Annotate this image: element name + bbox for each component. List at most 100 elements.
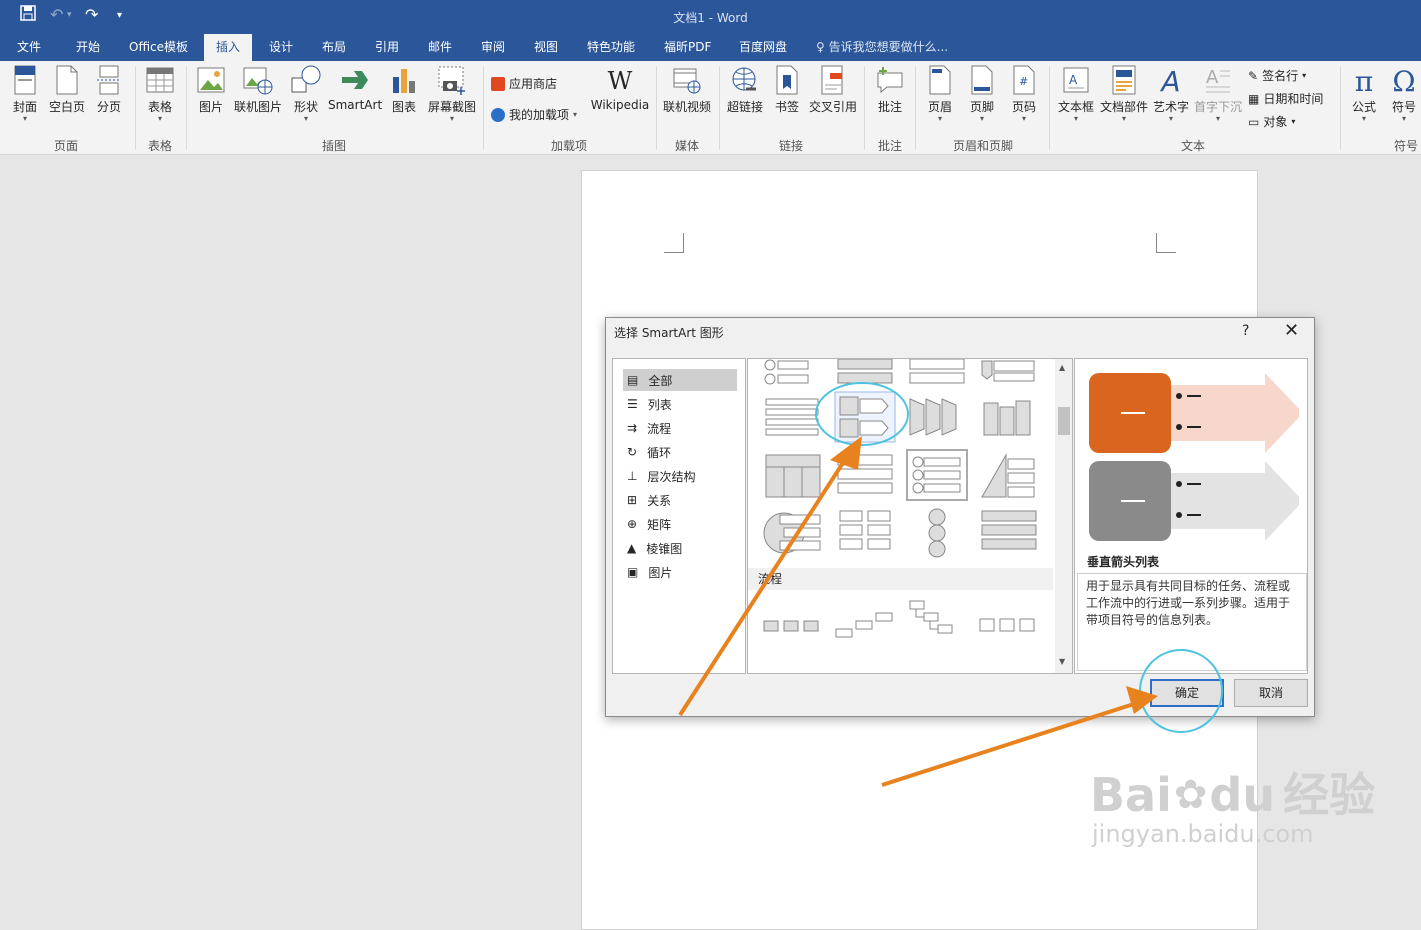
chart-button[interactable]: 图表 — [391, 65, 417, 135]
header-button[interactable]: 页眉 ▾ — [925, 65, 955, 135]
page-break-button[interactable]: 分页 — [94, 65, 124, 135]
footer-button[interactable]: 页脚 ▾ — [967, 65, 997, 135]
online-picture-button[interactable]: 联机图片 — [233, 65, 283, 135]
cover-page-button[interactable]: 封面 ▾ — [8, 65, 42, 135]
smartart-button[interactable]: SmartArt — [328, 65, 382, 135]
wordart-button[interactable]: A 艺术字 ▾ — [1152, 65, 1190, 135]
category-list-item[interactable]: ☰ 列表 — [623, 393, 737, 415]
gallery-item[interactable] — [762, 393, 824, 445]
tab-home[interactable]: 开始 — [76, 34, 100, 61]
table-icon — [146, 67, 174, 93]
gallery-item[interactable] — [762, 601, 824, 653]
gallery-item[interactable] — [762, 507, 824, 559]
close-icon[interactable]: ✕ — [1284, 320, 1299, 341]
bookmark-button[interactable]: 书签 — [773, 65, 801, 135]
gallery-item[interactable] — [906, 507, 968, 559]
gallery-item[interactable] — [762, 451, 824, 503]
scroll-up-icon[interactable]: ▲ — [1059, 363, 1065, 372]
online-picture-icon — [243, 67, 273, 95]
gallery-item[interactable] — [834, 507, 896, 559]
gallery-item[interactable] — [834, 451, 896, 503]
scroll-down-icon[interactable]: ▼ — [1059, 657, 1065, 666]
tab-file[interactable]: 文件 — [17, 34, 41, 61]
hierarchy-icon: ⊥ — [627, 469, 638, 483]
online-video-icon — [673, 68, 701, 94]
tab-insert[interactable]: 插入 — [204, 34, 253, 61]
category-relationship[interactable]: ⊞ 关系 — [623, 489, 737, 511]
drop-cap-button[interactable]: A 首字下沉 ▾ — [1194, 65, 1242, 135]
gallery-item[interactable] — [906, 393, 968, 445]
tab-special-features[interactable]: 特色功能 — [587, 34, 635, 61]
gallery-item[interactable] — [978, 601, 1040, 653]
object-icon: ▭ — [1248, 114, 1260, 129]
group-label-symbols: 符号 — [1394, 139, 1419, 153]
relationship-icon: ⊞ — [627, 493, 638, 507]
blank-page-button[interactable]: 空白页 — [48, 65, 86, 135]
ribbon-tabs: 文件 开始 Office模板 插入 设计 布局 引用 邮件 审阅 视图 特色功能… — [0, 34, 1421, 61]
category-cycle[interactable]: ↻ 循环 — [623, 441, 737, 463]
footer-icon — [971, 65, 993, 95]
category-process[interactable]: ⇉ 流程 — [623, 417, 737, 439]
hyperlink-button[interactable]: 超链接 — [725, 65, 765, 135]
category-list: ▤ 全部 ☰ 列表 ⇉ 流程 ↻ 循环 ⊥ 层次结构 ⊞ 关系 ⊕ 矩阵 ▲ 棱锥图 ▣ 图片 — [612, 358, 746, 674]
category-picture[interactable]: ▣ 图片 — [623, 561, 737, 583]
picture-button[interactable]: 图片 — [196, 65, 226, 135]
tab-review[interactable]: 审阅 — [481, 34, 505, 61]
gallery-item[interactable] — [978, 507, 1040, 559]
ok-button[interactable]: 确定 — [1150, 679, 1224, 707]
chart-icon — [393, 69, 415, 93]
gallery-item[interactable] — [834, 601, 896, 653]
signature-line-button[interactable]: ✎ 签名行 ▾ — [1248, 67, 1306, 84]
tab-design[interactable]: 设计 — [269, 34, 293, 61]
gallery-item-vertical-arrow-list[interactable] — [834, 391, 896, 443]
help-icon[interactable]: ? — [1242, 323, 1249, 339]
comment-button[interactable]: 批注 — [873, 65, 907, 135]
equation-button[interactable]: π 公式 ▾ — [1346, 65, 1382, 135]
ribbon-separator — [483, 66, 484, 150]
group-label-header-footer: 页眉和页脚 — [953, 139, 1014, 153]
tell-me-box[interactable]: ♀ 告诉我您想要做什么... — [816, 34, 948, 61]
gallery-item[interactable] — [978, 451, 1040, 503]
tab-office-templates[interactable]: Office模板 — [129, 34, 188, 61]
object-button[interactable]: ▭ 对象 ▾ — [1248, 113, 1295, 130]
blank-page-icon — [56, 65, 78, 95]
tab-references[interactable]: 引用 — [375, 34, 399, 61]
tab-foxit-pdf[interactable]: 福昕PDF — [664, 34, 711, 61]
date-time-button[interactable]: ▦ 日期和时间 — [1248, 90, 1323, 107]
gallery-scrollbar[interactable]: ▲ ▼ — [1055, 359, 1072, 673]
signature-icon: ✎ — [1248, 68, 1259, 83]
ribbon-separator — [135, 66, 136, 150]
category-hierarchy[interactable]: ⊥ 层次结构 — [623, 465, 737, 487]
page-number-button[interactable]: # 页码 ▾ — [1009, 65, 1039, 135]
category-pyramid[interactable]: ▲ 棱锥图 — [623, 537, 737, 559]
cross-reference-button[interactable]: 交叉引用 — [808, 65, 858, 135]
store-button[interactable]: 应用商店 — [491, 75, 557, 92]
preview-image — [1089, 373, 1299, 541]
screenshot-button[interactable]: 屏幕截图 ▾ — [426, 65, 478, 135]
category-all[interactable]: ▤ 全部 — [623, 369, 737, 391]
wikipedia-icon: W — [607, 67, 633, 95]
gallery-item[interactable] — [906, 449, 968, 501]
group-label-media: 媒体 — [675, 139, 700, 153]
ribbon-separator — [719, 66, 720, 150]
watermark-product: 经验 — [1283, 768, 1376, 822]
quick-parts-button[interactable]: 文档部件 ▾ — [1099, 65, 1149, 135]
ribbon-separator — [186, 66, 187, 150]
my-addins-button[interactable]: 我的加载项 ▾ — [491, 106, 577, 123]
picture-icon — [197, 67, 225, 93]
cancel-button[interactable]: 取消 — [1234, 679, 1308, 707]
symbol-button[interactable]: Ω 符号 ▾ — [1388, 65, 1420, 135]
gallery-item[interactable] — [978, 393, 1040, 445]
textbox-button[interactable]: A 文本框 ▾ — [1057, 65, 1095, 135]
category-matrix[interactable]: ⊕ 矩阵 — [623, 513, 737, 535]
tab-mailings[interactable]: 邮件 — [428, 34, 452, 61]
shapes-button[interactable]: 形状 ▾ — [290, 65, 322, 135]
wikipedia-button[interactable]: W Wikipedia — [590, 65, 650, 135]
tab-baidu-netdisk[interactable]: 百度网盘 — [739, 34, 787, 61]
gallery-item[interactable] — [906, 597, 968, 649]
tab-view[interactable]: 视图 — [534, 34, 558, 61]
online-video-button[interactable]: 联机视频 — [662, 65, 712, 135]
tab-layout[interactable]: 布局 — [322, 34, 346, 61]
scrollbar-thumb[interactable] — [1058, 407, 1070, 435]
table-button[interactable]: 表格 ▾ — [145, 65, 175, 135]
